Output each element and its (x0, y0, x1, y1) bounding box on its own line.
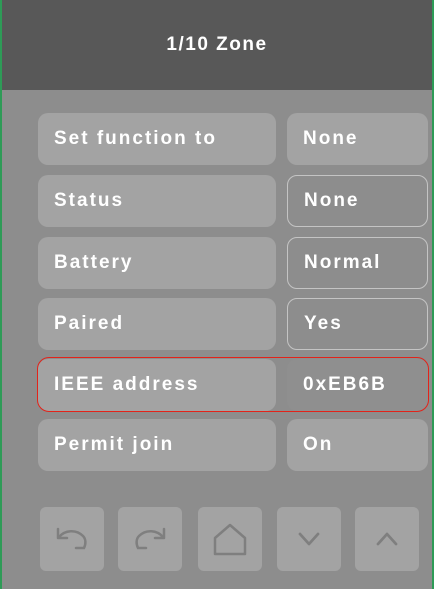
header-bar: 1/10 Zone (2, 0, 432, 90)
row-value: Yes (304, 313, 343, 334)
scroll-up-button[interactable] (355, 507, 419, 571)
row-value: Normal (304, 252, 382, 273)
scroll-down-button[interactable] (277, 507, 341, 571)
row-label: Paired (54, 313, 125, 334)
undo-button[interactable] (40, 507, 104, 571)
row-label: Battery (54, 252, 134, 273)
paired-value-field: Yes (287, 298, 428, 350)
status-value-field: None (287, 175, 428, 227)
row-label: IEEE address (54, 374, 200, 395)
row-label: Status (54, 190, 125, 211)
row-value: None (303, 128, 359, 149)
status-label-button[interactable]: Status (38, 175, 276, 227)
row-value: On (303, 434, 334, 455)
row-label: Permit join (54, 434, 175, 455)
battery-value-field: Normal (287, 237, 428, 289)
row-value: None (304, 190, 360, 211)
home-button[interactable] (198, 507, 262, 571)
chevron-up-icon (375, 531, 399, 547)
row-value: 0xEB6B (303, 374, 387, 395)
chevron-down-icon (297, 531, 321, 547)
redo-icon (132, 524, 168, 554)
set-function-value-button[interactable]: None (287, 113, 428, 165)
redo-button[interactable] (118, 507, 182, 571)
permit-join-label-button[interactable]: Permit join (38, 419, 276, 471)
zone-panel: 1/10 Zone Set function to None Status No… (0, 0, 434, 589)
battery-label-button[interactable]: Battery (38, 237, 276, 289)
home-icon (212, 521, 248, 557)
paired-label-button[interactable]: Paired (38, 298, 276, 350)
set-function-label-button[interactable]: Set function to (38, 113, 276, 165)
ieee-address-label-button[interactable]: IEEE address (38, 359, 276, 411)
undo-icon (54, 524, 90, 554)
row-label: Set function to (54, 128, 217, 149)
page-title: 1/10 Zone (166, 34, 268, 55)
ieee-address-value-field: 0xEB6B (287, 359, 428, 411)
permit-join-value-button[interactable]: On (287, 419, 428, 471)
